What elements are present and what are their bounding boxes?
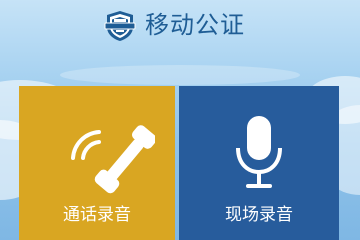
live-recording-label: 现场录音 [225, 205, 293, 225]
phone-handset-icon [71, 125, 155, 194]
live-recording-tile[interactable]: 现场录音 [179, 86, 339, 240]
call-recording-label: 通话录音 [63, 205, 131, 225]
app-header: 移动公证 [0, 0, 360, 52]
notary-badge-icon [104, 11, 136, 41]
call-recording-tile[interactable]: 通话录音 [19, 86, 175, 240]
microphone-icon [236, 116, 282, 188]
app-title: 移动公证 [145, 11, 245, 39]
